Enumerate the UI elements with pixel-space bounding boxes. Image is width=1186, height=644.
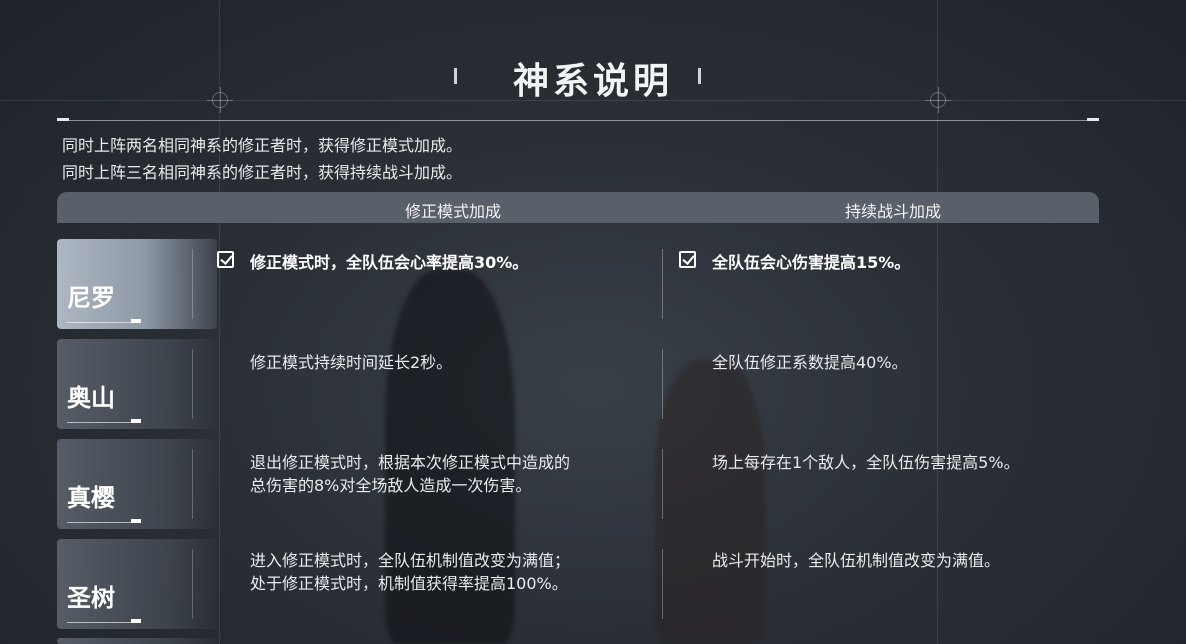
card-code-bar xyxy=(67,515,141,523)
mode-bonus-text: 退出修正模式时，根据本次修正模式中造成的 xyxy=(250,453,571,472)
faction-name: 奥山 xyxy=(67,384,115,412)
faction-tab-next[interactable] xyxy=(57,638,217,644)
column-divider xyxy=(662,349,663,419)
column-divider xyxy=(662,249,663,319)
intro-line-2: 同时上阵三名相同神系的修正者时，获得持续战斗加成。 xyxy=(62,163,463,182)
faction-tab-aoshan[interactable]: 奥山 xyxy=(57,339,217,429)
faction-name: 尼罗 xyxy=(67,284,115,312)
column-divider xyxy=(662,549,663,619)
faction-name: 真樱 xyxy=(67,484,115,512)
card-code-bar xyxy=(67,315,141,323)
faction-tab-shengshu[interactable]: 圣树 xyxy=(57,539,217,629)
sustain-bonus-text: 全队伍会心伤害提高15%。 xyxy=(712,253,911,272)
mode-bonus-text: 总伤害的8%对全场敌人造成一次伤害。 xyxy=(250,476,532,495)
column-divider xyxy=(662,449,663,519)
sustain-bonus-text: 场上每存在1个敌人，全队伍伤害提高5%。 xyxy=(712,453,1020,472)
card-divider xyxy=(192,349,193,419)
divider-marker xyxy=(1087,118,1099,121)
faction-name: 圣树 xyxy=(67,584,115,612)
card-divider xyxy=(192,449,193,519)
faction-tab-zhenying[interactable]: 真樱 xyxy=(57,439,217,529)
column-header-sustain-bonus: 持续战斗加成 xyxy=(845,202,942,221)
mode-bonus-text: 处于修正模式时，机制值获得率提高100%。 xyxy=(250,574,568,593)
table-header xyxy=(57,192,1099,223)
checkbox-checked-icon xyxy=(217,251,234,268)
card-code-bar xyxy=(67,615,141,623)
page-title: 神系说明 xyxy=(512,61,673,102)
faction-tab-nilo[interactable]: 尼罗 xyxy=(57,239,217,329)
title-divider xyxy=(57,120,1099,121)
checkbox-checked-icon xyxy=(679,251,696,268)
intro-line-1: 同时上阵两名相同神系的修正者时，获得修正模式加成。 xyxy=(62,136,463,155)
card-divider xyxy=(192,549,193,619)
divider-marker xyxy=(57,118,69,121)
mode-bonus-text: 进入修正模式时，全队伍机制值改变为满值； xyxy=(250,551,571,570)
sustain-bonus-text: 全队伍修正系数提高40%。 xyxy=(712,353,908,372)
mode-bonus-text: 修正模式持续时间延长2秒。 xyxy=(250,353,453,372)
title-container: 神系说明 xyxy=(0,52,1186,104)
card-code-bar xyxy=(67,415,141,423)
mode-bonus-text: 修正模式时，全队伍会心率提高30%。 xyxy=(250,253,529,272)
sustain-bonus-text: 战斗开始时，全队伍机制值改变为满值。 xyxy=(712,551,1001,570)
character-silhouette xyxy=(655,360,765,644)
column-header-mode-bonus: 修正模式加成 xyxy=(405,202,502,221)
card-divider xyxy=(192,249,193,319)
